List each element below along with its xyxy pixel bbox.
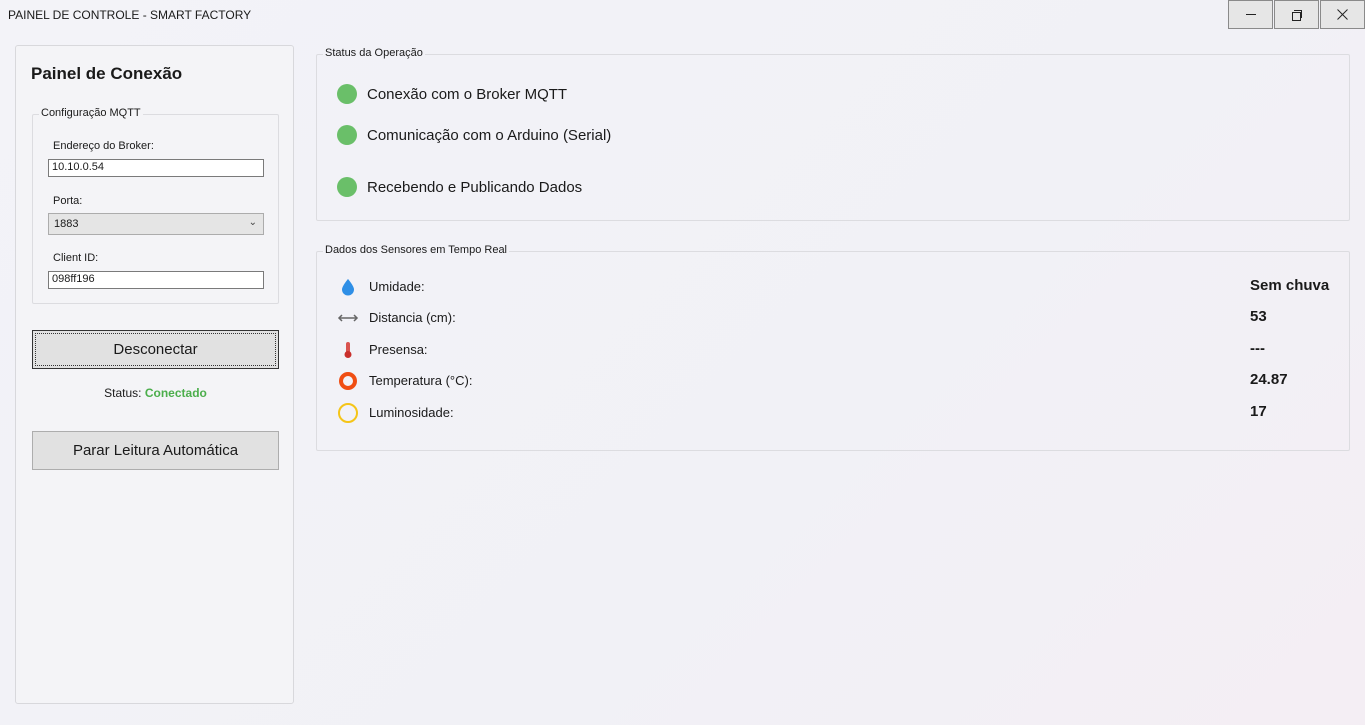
sensor-value: --- <box>1250 340 1265 357</box>
sensor-row-presence: Presensa: --- <box>337 338 1331 360</box>
sensor-value: 53 <box>1250 308 1267 325</box>
focus-outline <box>35 333 276 366</box>
client-id-label: Client ID: <box>53 252 99 264</box>
mqtt-config-legend: Configuração MQTT <box>39 107 143 119</box>
operation-status-group: Status da Operação Conexão com o Broker … <box>316 47 1350 221</box>
status-item-label: Recebendo e Publicando Dados <box>367 178 583 196</box>
broker-address-label: Endereço do Broker: <box>53 140 154 152</box>
status-item-broker: Conexão com o Broker MQTT <box>337 84 567 104</box>
stop-auto-reading-label: Parar Leitura Automática <box>72 442 239 459</box>
disconnect-button[interactable]: Desconectar <box>32 330 279 369</box>
status-indicator-dot <box>337 125 357 145</box>
sensor-label: Presensa: <box>369 342 428 357</box>
connection-status-label: Status: <box>104 386 142 400</box>
restore-icon <box>1291 9 1302 21</box>
client-id-input[interactable]: 098ff196 <box>48 271 264 289</box>
sensor-row-humidity: Umidade: Sem chuva <box>337 275 1331 297</box>
sensor-label: Luminosidade: <box>369 405 454 420</box>
connection-status: Status: Conectado <box>16 386 295 400</box>
connection-status-value: Conectado <box>144 386 207 400</box>
minimize-icon <box>1245 14 1256 15</box>
window-title: PAINEL DE CONTROLE - SMART FACTORY <box>8 8 252 22</box>
close-button[interactable] <box>1320 0 1365 29</box>
status-item-label: Conexão com o Broker MQTT <box>367 85 568 103</box>
status-indicator-dot <box>337 177 357 197</box>
connection-panel: Painel de Conexão Configuração MQTT Ende… <box>15 45 294 704</box>
sensor-value: Sem chuva <box>1250 277 1330 294</box>
sensor-row-distance: Distancia (cm): 53 <box>337 306 1331 328</box>
temperature-ring-icon <box>337 370 359 392</box>
sensor-row-luminosity: Luminosidade: 17 <box>337 401 1331 423</box>
mqtt-config-group: Configuração MQTT Endereço do Broker: 10… <box>32 107 279 304</box>
thermometer-icon <box>337 339 359 361</box>
sensor-label: Distancia (cm): <box>369 310 456 325</box>
close-icon <box>1337 9 1348 20</box>
sensor-label: Umidade: <box>369 279 425 294</box>
title-bar: PAINEL DE CONTROLE - SMART FACTORY <box>0 0 1365 30</box>
status-indicator-dot <box>337 84 357 104</box>
broker-address-input[interactable]: 10.10.0.54 <box>48 159 264 177</box>
distance-arrows-icon <box>337 307 359 329</box>
status-item-label: Comunicação com o Arduino (Serial) <box>367 126 612 144</box>
sensor-data-legend: Dados dos Sensores em Tempo Real <box>323 244 510 256</box>
status-item-data: Recebendo e Publicando Dados <box>337 177 582 197</box>
status-item-arduino: Comunicação com o Arduino (Serial) <box>337 125 611 145</box>
light-ring-icon <box>337 402 359 424</box>
minimize-button[interactable] <box>1228 0 1273 29</box>
water-drop-icon <box>337 276 359 298</box>
sensor-value: 24.87 <box>1250 371 1288 388</box>
sensor-label: Temperatura (°C): <box>369 373 473 388</box>
restore-button[interactable] <box>1274 0 1319 29</box>
chevron-down-icon: ⌄ <box>248 217 257 228</box>
port-select[interactable]: 1883 ⌄ <box>48 213 264 235</box>
sensor-value: 17 <box>1250 403 1267 420</box>
sensor-row-temperature: Temperatura (°C): 24.87 <box>337 369 1331 391</box>
port-label: Porta: <box>53 195 83 207</box>
sensor-data-group: Dados dos Sensores em Tempo Real Umidade… <box>316 244 1350 451</box>
stop-auto-reading-button[interactable]: Parar Leitura Automática <box>32 431 279 470</box>
connection-panel-title: Painel de Conexão <box>31 64 183 83</box>
port-select-value: 1883 <box>54 218 79 230</box>
operation-status-legend: Status da Operação <box>323 47 425 59</box>
